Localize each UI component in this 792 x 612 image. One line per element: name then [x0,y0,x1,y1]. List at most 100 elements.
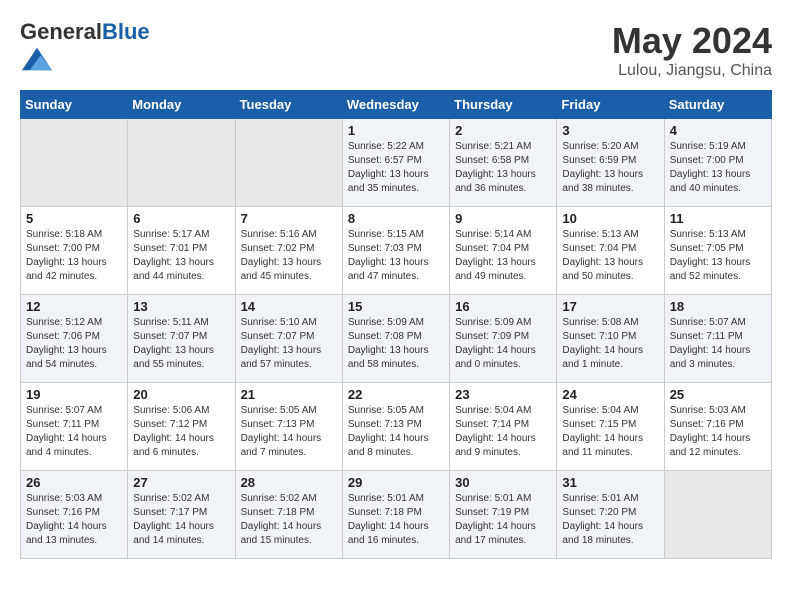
day-info: Sunrise: 5:08 AM Sunset: 7:10 PM Dayligh… [562,316,658,372]
day-number: 27 [133,475,229,490]
day-number: 20 [133,387,229,402]
day-number: 19 [26,387,122,402]
day-number: 23 [455,387,551,402]
calendar-cell: 23 Sunrise: 5:04 AM Sunset: 7:14 PM Dayli… [450,383,557,471]
calendar-cell [21,119,128,207]
calendar-table: SundayMondayTuesdayWednesdayThursdayFrid… [20,90,772,559]
calendar-cell: 29 Sunrise: 5:01 AM Sunset: 7:18 PM Dayli… [342,471,449,559]
weekday-header-tuesday: Tuesday [235,91,342,119]
calendar-cell [664,471,771,559]
day-number: 13 [133,299,229,314]
weekday-header-row: SundayMondayTuesdayWednesdayThursdayFrid… [21,91,772,119]
day-info: Sunrise: 5:09 AM Sunset: 7:08 PM Dayligh… [348,316,444,372]
day-number: 31 [562,475,658,490]
day-number: 11 [670,211,766,226]
calendar-cell: 20Sunrise: 5:06 AM Sunset: 7:12 PM Dayli… [128,383,235,471]
day-number: 7 [241,211,337,226]
calendar-cell: 5Sunrise: 5:18 AM Sunset: 7:00 PM Daylig… [21,207,128,295]
day-info: Sunrise: 5:02 AM Sunset: 7:18 PM Dayligh… [241,492,337,548]
calendar-cell: 17Sunrise: 5:08 AM Sunset: 7:10 PM Dayli… [557,295,664,383]
page-header: GeneralBlue May 2024 Lulou, Jiangsu, Chi… [20,20,772,80]
day-info: Sunrise: 5:07 AM Sunset: 7:11 PM Dayligh… [670,316,766,372]
calendar-cell: 2 Sunrise: 5:21 AM Sunset: 6:58 PM Daylig… [450,119,557,207]
calendar-cell: 19 Sunrise: 5:07 AM Sunset: 7:11 PM Dayli… [21,383,128,471]
day-info: Sunrise: 5:11 AM Sunset: 7:07 PM Dayligh… [133,316,229,372]
logo-icon [22,44,52,74]
day-number: 24 [562,387,658,402]
day-number: 18 [670,299,766,314]
logo-general-text: General [20,19,102,44]
day-info: Sunrise: 5:13 AM Sunset: 7:05 PM Dayligh… [670,228,766,284]
weekday-header-sunday: Sunday [21,91,128,119]
day-number: 1 [348,123,444,138]
calendar-cell: 7 Sunrise: 5:16 AM Sunset: 7:02 PM Daylig… [235,207,342,295]
logo-blue-text: Blue [102,19,150,44]
day-number: 15 [348,299,444,314]
day-info: Sunrise: 5:19 AM Sunset: 7:00 PM Dayligh… [670,140,766,196]
weekday-header-saturday: Saturday [664,91,771,119]
weekday-header-thursday: Thursday [450,91,557,119]
day-info: Sunrise: 5:04 AM Sunset: 7:14 PM Dayligh… [455,404,551,460]
day-info: Sunrise: 5:07 AM Sunset: 7:11 PM Dayligh… [26,404,122,460]
day-info: Sunrise: 5:10 AM Sunset: 7:07 PM Dayligh… [241,316,337,372]
calendar-cell: 1 Sunrise: 5:22 AM Sunset: 6:57 PM Daylig… [342,119,449,207]
day-number: 25 [670,387,766,402]
day-info: Sunrise: 5:09 AM Sunset: 7:09 PM Dayligh… [455,316,551,372]
title-area: May 2024 Lulou, Jiangsu, China [612,20,772,80]
weekday-header-friday: Friday [557,91,664,119]
day-info: Sunrise: 5:04 AM Sunset: 7:15 PM Dayligh… [562,404,658,460]
day-number: 3 [562,123,658,138]
calendar-cell: 24 Sunrise: 5:04 AM Sunset: 7:15 PM Dayli… [557,383,664,471]
day-info: Sunrise: 5:13 AM Sunset: 7:04 PM Dayligh… [562,228,658,284]
logo: GeneralBlue [20,20,150,79]
day-number: 9 [455,211,551,226]
calendar-cell: 18 Sunrise: 5:07 AM Sunset: 7:11 PM Dayli… [664,295,771,383]
calendar-cell: 4 Sunrise: 5:19 AM Sunset: 7:00 PM Daylig… [664,119,771,207]
day-number: 28 [241,475,337,490]
day-info: Sunrise: 5:02 AM Sunset: 7:17 PM Dayligh… [133,492,229,548]
day-number: 22 [348,387,444,402]
day-number: 10 [562,211,658,226]
day-info: Sunrise: 5:01 AM Sunset: 7:18 PM Dayligh… [348,492,444,548]
day-info: Sunrise: 5:14 AM Sunset: 7:04 PM Dayligh… [455,228,551,284]
calendar-cell: 28 Sunrise: 5:02 AM Sunset: 7:18 PM Dayli… [235,471,342,559]
calendar-cell: 30Sunrise: 5:01 AM Sunset: 7:19 PM Dayli… [450,471,557,559]
day-info: Sunrise: 5:17 AM Sunset: 7:01 PM Dayligh… [133,228,229,284]
calendar-week-1: 1 Sunrise: 5:22 AM Sunset: 6:57 PM Daylig… [21,119,772,207]
calendar-cell: 6 Sunrise: 5:17 AM Sunset: 7:01 PM Daylig… [128,207,235,295]
day-info: Sunrise: 5:12 AM Sunset: 7:06 PM Dayligh… [26,316,122,372]
day-number: 2 [455,123,551,138]
day-number: 16 [455,299,551,314]
calendar-cell: 11 Sunrise: 5:13 AM Sunset: 7:05 PM Dayli… [664,207,771,295]
day-number: 5 [26,211,122,226]
day-info: Sunrise: 5:03 AM Sunset: 7:16 PM Dayligh… [670,404,766,460]
day-number: 12 [26,299,122,314]
day-number: 6 [133,211,229,226]
day-info: Sunrise: 5:03 AM Sunset: 7:16 PM Dayligh… [26,492,122,548]
calendar-week-5: 26 Sunrise: 5:03 AM Sunset: 7:16 PM Dayli… [21,471,772,559]
calendar-cell: 8Sunrise: 5:15 AM Sunset: 7:03 PM Daylig… [342,207,449,295]
day-number: 26 [26,475,122,490]
day-info: Sunrise: 5:16 AM Sunset: 7:02 PM Dayligh… [241,228,337,284]
day-info: Sunrise: 5:01 AM Sunset: 7:19 PM Dayligh… [455,492,551,548]
calendar-cell [235,119,342,207]
day-number: 21 [241,387,337,402]
day-info: Sunrise: 5:21 AM Sunset: 6:58 PM Dayligh… [455,140,551,196]
day-number: 29 [348,475,444,490]
day-number: 4 [670,123,766,138]
calendar-cell: 26 Sunrise: 5:03 AM Sunset: 7:16 PM Dayli… [21,471,128,559]
day-info: Sunrise: 5:15 AM Sunset: 7:03 PM Dayligh… [348,228,444,284]
day-number: 14 [241,299,337,314]
location-text: Lulou, Jiangsu, China [612,62,772,80]
day-info: Sunrise: 5:05 AM Sunset: 7:13 PM Dayligh… [348,404,444,460]
calendar-cell: 16 Sunrise: 5:09 AM Sunset: 7:09 PM Dayli… [450,295,557,383]
day-info: Sunrise: 5:05 AM Sunset: 7:13 PM Dayligh… [241,404,337,460]
calendar-cell [128,119,235,207]
month-title: May 2024 [612,20,772,62]
calendar-cell: 31Sunrise: 5:01 AM Sunset: 7:20 PM Dayli… [557,471,664,559]
calendar-cell: 27 Sunrise: 5:02 AM Sunset: 7:17 PM Dayli… [128,471,235,559]
calendar-cell: 12 Sunrise: 5:12 AM Sunset: 7:06 PM Dayli… [21,295,128,383]
day-info: Sunrise: 5:20 AM Sunset: 6:59 PM Dayligh… [562,140,658,196]
calendar-cell: 9 Sunrise: 5:14 AM Sunset: 7:04 PM Daylig… [450,207,557,295]
day-info: Sunrise: 5:22 AM Sunset: 6:57 PM Dayligh… [348,140,444,196]
